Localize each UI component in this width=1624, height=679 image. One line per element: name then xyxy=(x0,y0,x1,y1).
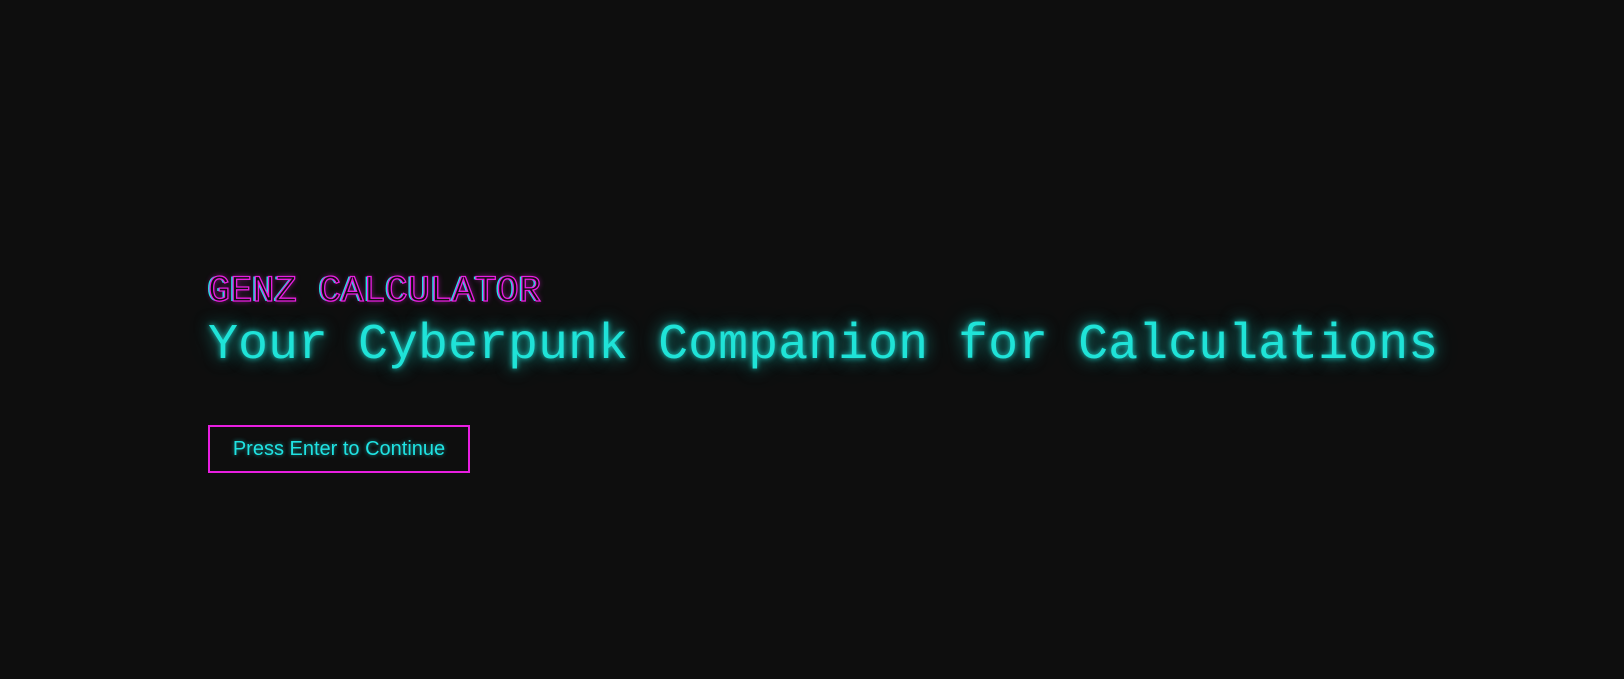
splash-screen: GENZ CALCULATOR Your Cyberpunk Companion… xyxy=(207,270,1588,473)
app-tagline: Your Cyberpunk Companion for Calculation… xyxy=(208,317,1439,374)
app-title: GENZ CALCULATOR xyxy=(207,270,542,313)
continue-button[interactable]: Press Enter to Continue xyxy=(208,425,470,473)
